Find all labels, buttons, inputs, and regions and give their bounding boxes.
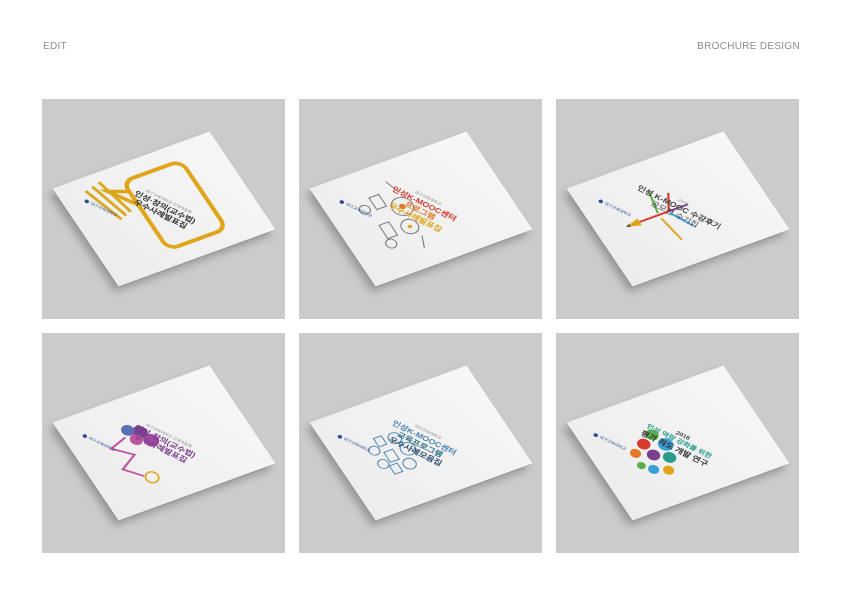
- brochure-cover: 대구교육대학교 인재개발원 인성·창의(교수법) 우수사례발표집 대구교육대학교: [52, 131, 275, 287]
- brochure-tile-1[interactable]: 대구교육대학교 인재개발원 인성·창의(교수법) 우수사례발표집 대구교육대학교: [42, 99, 285, 319]
- brochure-cover: 대구교육대학교 인재개발원 인성·창의(교수법) 우수사례발표집 대구교육대학교: [52, 365, 275, 521]
- brochure-tile-6[interactable]: 2018 인성 역량 강화를 위한 평가 척도 개발 연구 대구교육대학교: [556, 333, 799, 553]
- brochure-tile-4[interactable]: 대구교육대학교 인재개발원 인성·창의(교수법) 우수사례발표집 대구교육대학교: [42, 333, 285, 553]
- brochure-tile-2[interactable]: 대구교육대학교 인성K-MOOC센터 프로그램 우수사례발표집 대구교육대학교: [299, 99, 542, 319]
- brochure-gallery: 대구교육대학교 인재개발원 인성·창의(교수법) 우수사례발표집 대구교육대학교: [42, 99, 799, 553]
- brochure-cover: 대구교육대학교 인성K-MOOC센터 프로그램 우수사례발표집 대구교육대학교: [309, 131, 532, 287]
- edit-label: EDIT: [43, 41, 67, 52]
- brochure-tile-5[interactable]: 대구교육대학교 인성K-MOOC센터 교육프로그램 우수사례모음집 대구교육대학…: [299, 333, 542, 553]
- brochure-cover: 2018 인성 K-MOOC 수강후기 공모전 수기집 대구교육대학교: [566, 131, 789, 287]
- brochure-tile-3[interactable]: 2018 인성 K-MOOC 수강후기 공모전 수기집 대구교육대학교: [556, 99, 799, 319]
- brochure-cover: 2018 인성 역량 강화를 위한 평가 척도 개발 연구 대구교육대학교: [566, 365, 789, 521]
- brochure-cover: 대구교육대학교 인성K-MOOC센터 교육프로그램 우수사례모음집 대구교육대학…: [309, 365, 532, 521]
- brochure-design-label: BROCHURE DESIGN: [697, 41, 800, 52]
